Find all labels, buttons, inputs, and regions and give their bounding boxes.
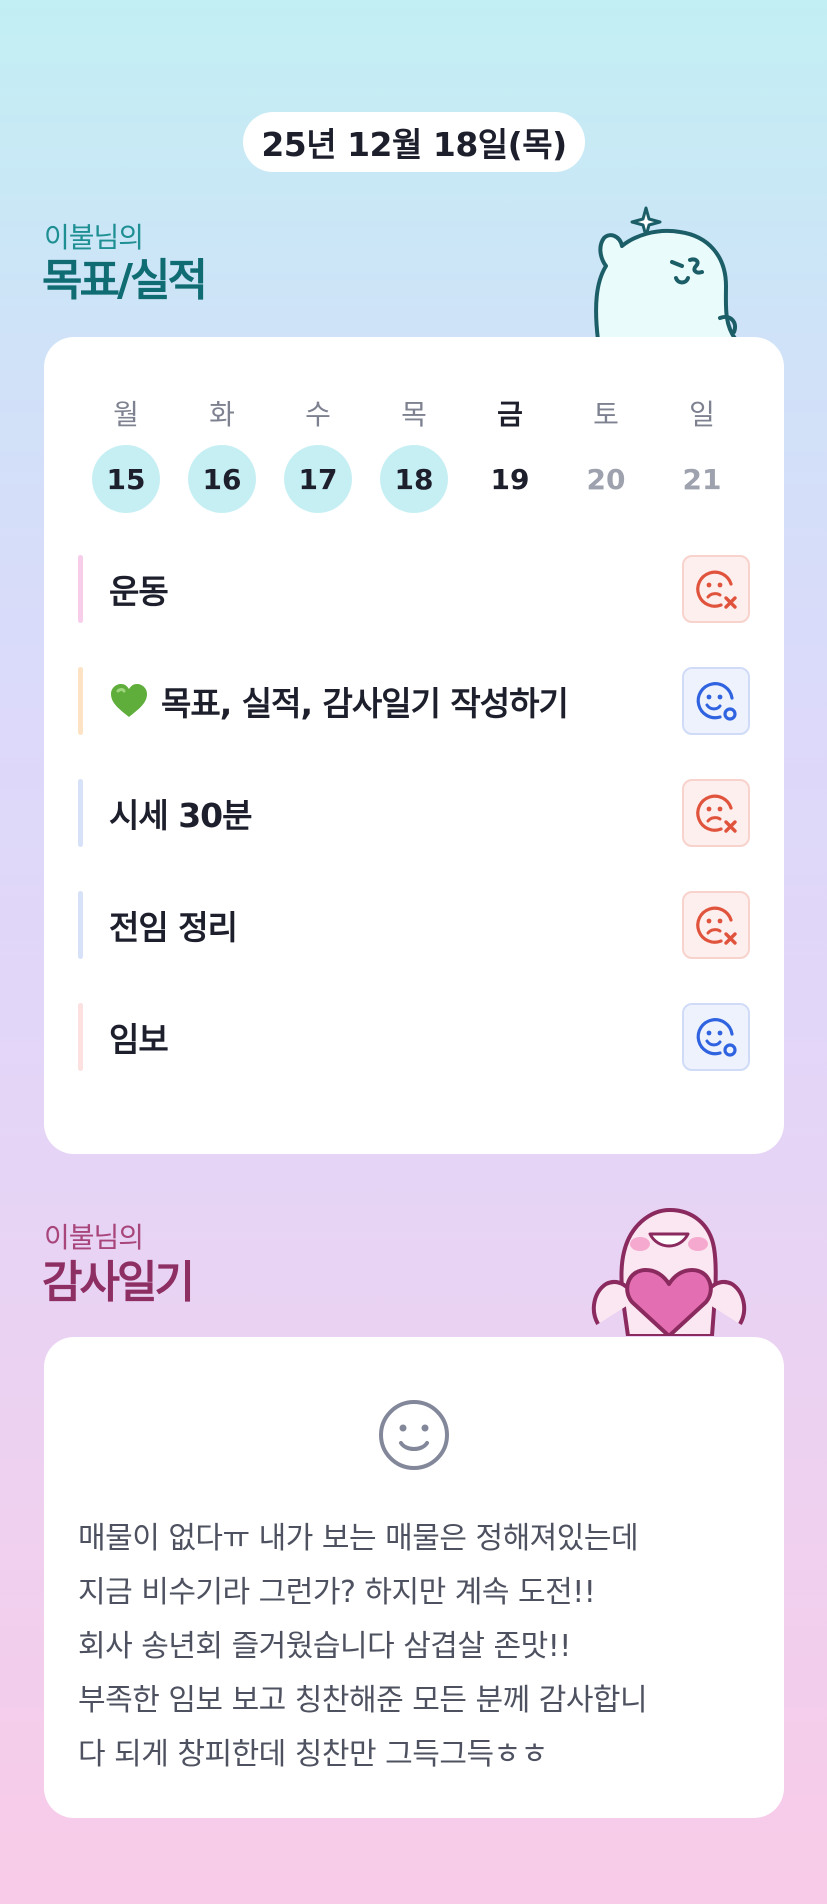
- day-fri[interactable]: 금 19: [462, 393, 558, 513]
- diary-line: 지금 비수기라 그런가? 하지만 계속 도전!!: [78, 1575, 596, 1610]
- smile-face-o-icon: [696, 682, 737, 721]
- status-fail-button[interactable]: [682, 779, 750, 847]
- week-strip: 월 15 화 16 수 17 목 18 금 19 토 20 일 21: [78, 393, 750, 513]
- status-ok-button[interactable]: [682, 667, 750, 735]
- day-name: 수: [305, 398, 331, 431]
- goal-label: 운동: [109, 572, 169, 611]
- day-name: 목: [401, 398, 427, 431]
- status-fail-button[interactable]: [682, 891, 750, 959]
- goal-item[interactable]: 전임 정리: [78, 891, 750, 959]
- goals-title: 목표/실적: [42, 255, 208, 306]
- sad-face-x-icon: [696, 570, 737, 609]
- day-name: 화: [209, 398, 235, 431]
- goal-color-bar: [78, 555, 83, 623]
- day-number: 19: [490, 462, 530, 496]
- day-sun[interactable]: 일 21: [654, 393, 750, 513]
- goal-color-bar: [78, 667, 83, 735]
- goal-item[interactable]: 목표, 실적, 감사일기 작성하기: [78, 667, 750, 735]
- goal-color-bar: [78, 891, 83, 959]
- day-number: 17: [284, 445, 352, 513]
- smile-face-o-icon: [696, 1018, 737, 1057]
- status-ok-button[interactable]: [682, 1003, 750, 1071]
- diary-line: 회사 송년회 즐거웠습니다 삼겹살 존맛!!: [78, 1629, 571, 1664]
- diary-line: 매물이 없다ㅠ 내가 보는 매물은 정해져있는데: [78, 1521, 639, 1556]
- day-name: 월: [113, 398, 139, 431]
- day-number: 16: [188, 445, 256, 513]
- green-heart-icon: [111, 684, 147, 717]
- ghost-mascot-icon: [594, 206, 738, 340]
- day-tue[interactable]: 화 16: [174, 393, 270, 513]
- date-pill[interactable]: 25년 12월 18일(목): [243, 112, 585, 172]
- goal-list: 운동 목표, 실적, 감사일기 작성하기 시세 30분 전임 정리 임보: [78, 555, 750, 1115]
- goal-item[interactable]: 임보: [78, 1003, 750, 1071]
- sad-face-x-icon: [696, 794, 737, 833]
- goals-card: 월 15 화 16 수 17 목 18 금 19 토 20 일 21 운동 목표…: [44, 337, 784, 1154]
- gratitude-text: 매물이 없다ㅠ 내가 보는 매물은 정해져있는데 지금 비수기라 그런가? 하지…: [78, 1512, 758, 1782]
- goal-label: 목표, 실적, 감사일기 작성하기: [161, 684, 569, 723]
- day-name: 토: [593, 398, 619, 431]
- day-thu[interactable]: 목 18: [366, 393, 462, 513]
- day-name: 금: [497, 398, 523, 431]
- day-wed[interactable]: 수 17: [270, 393, 366, 513]
- day-name: 일: [689, 398, 715, 431]
- status-fail-button[interactable]: [682, 555, 750, 623]
- day-number: 21: [682, 462, 722, 496]
- diary-line: 다 되게 창피한데 칭찬만 그득그득ㅎㅎ: [78, 1737, 548, 1772]
- goal-item[interactable]: 운동: [78, 555, 750, 623]
- day-number: 20: [586, 462, 626, 496]
- goal-label-wrap: 목표, 실적, 감사일기 작성하기: [109, 677, 682, 725]
- goal-item[interactable]: 시세 30분: [78, 779, 750, 847]
- day-number: 18: [380, 445, 448, 513]
- day-sat[interactable]: 토 20: [558, 393, 654, 513]
- goal-label: 임보: [109, 1020, 169, 1059]
- gratitude-card: 매물이 없다ㅠ 내가 보는 매물은 정해져있는데 지금 비수기라 그런가? 하지…: [44, 1337, 784, 1818]
- goal-label: 전임 정리: [109, 908, 238, 947]
- pink-mascot-heart-icon: [591, 1208, 747, 1336]
- goal-label: 시세 30분: [109, 796, 253, 835]
- date-label: 25년 12월 18일(목): [261, 125, 567, 164]
- smile-face-icon: [379, 1400, 449, 1470]
- gratitude-title: 감사일기: [42, 1257, 195, 1308]
- goal-color-bar: [78, 779, 83, 847]
- sad-face-x-icon: [696, 906, 737, 945]
- goal-color-bar: [78, 1003, 83, 1071]
- day-number: 15: [92, 445, 160, 513]
- day-mon[interactable]: 월 15: [78, 393, 174, 513]
- diary-line: 부족한 임보 보고 칭찬해준 모든 분께 감사합니: [78, 1683, 648, 1718]
